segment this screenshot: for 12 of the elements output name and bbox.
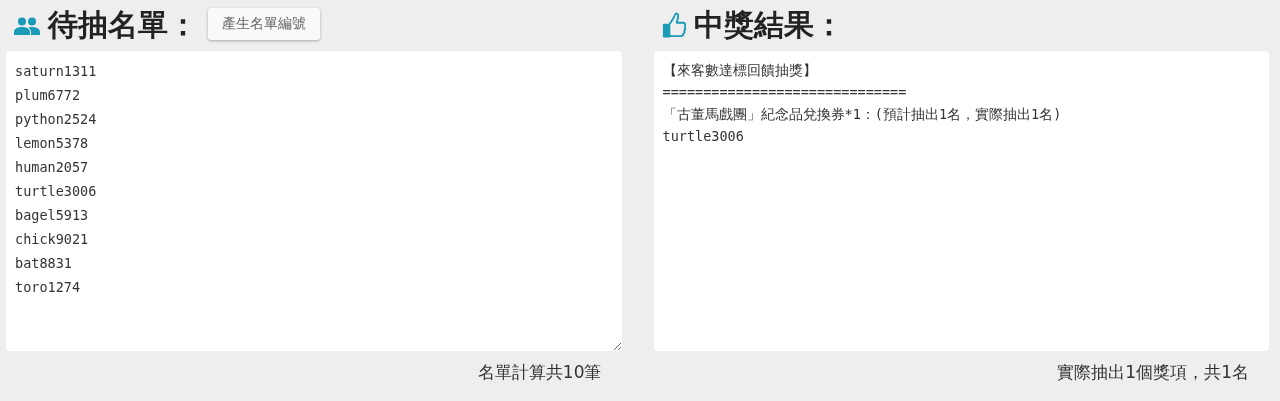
section-title: 待抽名單： xyxy=(48,6,198,44)
result-line: turtle3006 xyxy=(662,127,745,146)
result-line: 【來客數達標回饋抽獎】 xyxy=(662,61,818,80)
result-summary: 實際抽出1個獎項，共1名 xyxy=(1057,361,1249,384)
result-line: 「古董馬戲團」紀念品兌換券*1：(預計抽出1名，實際抽出1名) xyxy=(662,105,1063,124)
count-summary: 名單計算共10筆 xyxy=(477,361,602,384)
people-icon xyxy=(14,16,40,35)
result-line: ============================== xyxy=(662,83,908,102)
name-list-textarea[interactable]: saturn1311 plum6772 python2524 lemon5378 human2057 turtle3006 bagel5913 chick9021 bat8831 toro1274 xyxy=(6,51,622,351)
section-title: 中獎結果： xyxy=(693,6,844,44)
generate-button[interactable]: 產生名單編號 xyxy=(208,7,320,40)
thumbs-up-icon xyxy=(661,12,686,39)
